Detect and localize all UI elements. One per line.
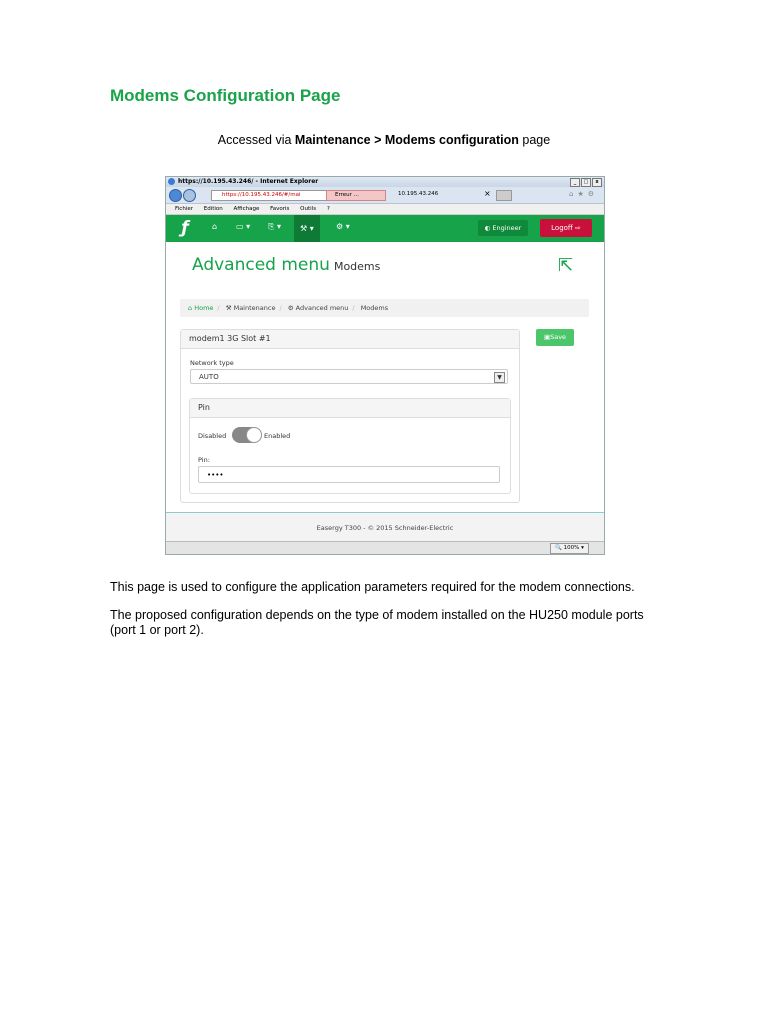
minimize-button[interactable]: _ <box>570 178 580 187</box>
ie-icon <box>168 178 175 185</box>
menu-outils[interactable]: Outils <box>300 206 316 212</box>
description-paragraph-1: This page is used to configure the appli… <box>110 580 635 594</box>
toggle-enabled-label: Enabled <box>264 432 291 440</box>
schneider-logo[interactable]: ƒ <box>176 219 194 237</box>
maintenance-dropdown-icon[interactable]: ⚒ ▾ <box>294 215 320 242</box>
monitor-dropdown-icon[interactable]: ▭ ▾ <box>236 222 250 231</box>
pin-toggle[interactable] <box>232 427 262 443</box>
app-navbar: ƒ ⌂ ▭ ▾ ⎘ ▾ ⚒ ▾ ⚙ ▾ ◐ Engineer Logoff ⇨ <box>166 215 604 242</box>
access-path: Maintenance > Modems configuration <box>294 133 519 147</box>
tab-close-icon[interactable]: × <box>484 189 491 198</box>
modem-panel: modem1 3G Slot #1 Network type AUTO ▼ Pi… <box>180 329 520 503</box>
network-type-value: AUTO <box>199 373 219 381</box>
toggle-disabled-label: Disabled <box>198 432 227 440</box>
page-title: Advanced menu Modems <box>192 255 380 275</box>
back-icon[interactable] <box>169 189 182 202</box>
access-prefix: Accessed via <box>217 133 295 147</box>
address-bar-row: https://10.195.43.246/#/mai Erreur ... 1… <box>166 187 604 204</box>
window-controls: _ □ x <box>570 178 602 187</box>
breadcrumb-modems: Modems <box>360 304 389 312</box>
pin-panel: Pin Disabled Enabled Pin: •••• <box>189 398 511 494</box>
breadcrumb-home[interactable]: ⌂ Home <box>188 304 213 312</box>
exit-icon[interactable]: ⇱ <box>558 255 573 276</box>
home-icon[interactable]: ⌂ <box>212 222 217 231</box>
menu-help[interactable]: ? <box>327 206 330 212</box>
menu-affichage[interactable]: Affichage <box>234 206 260 212</box>
app-footer: Easergy T300 - © 2015 Schneider-Electric <box>166 512 604 543</box>
close-button[interactable]: x <box>592 178 602 187</box>
document-title: Modems Configuration Page <box>110 86 341 105</box>
zoom-control[interactable]: 🔍 100% ▾ <box>550 543 589 554</box>
browser-status-bar: 🔍 100% ▾ <box>166 541 604 554</box>
menu-favoris[interactable]: Favoris <box>270 206 289 212</box>
description-paragraph-2: The proposed configuration depends on th… <box>110 608 644 637</box>
browser-title-bar: https://10.195.43.246/ - Internet Explor… <box>166 177 604 187</box>
pin-input[interactable]: •••• <box>198 466 500 483</box>
browser-menu-bar: Fichier Edition Affichage Favoris Outils… <box>166 204 604 215</box>
toggle-knob <box>246 427 262 443</box>
chevron-down-icon[interactable]: ▼ <box>494 372 505 383</box>
new-tab-button[interactable] <box>496 190 512 201</box>
page-subtitle: Modems <box>333 260 381 273</box>
page-title-main: Advanced menu <box>192 255 330 275</box>
breadcrumb-advanced-menu[interactable]: ⚙ Advanced menu <box>288 304 349 312</box>
engineer-label: Engineer <box>492 224 522 232</box>
pin-panel-title: Pin <box>190 399 510 418</box>
access-suffix: page <box>518 133 551 147</box>
network-type-select[interactable]: AUTO ▼ <box>190 369 508 384</box>
embedded-screenshot: https://10.195.43.246/ - Internet Explor… <box>165 176 605 555</box>
breadcrumb: ⌂ Home / ⚒ Maintenance / ⚙ Advanced menu / … <box>180 299 589 317</box>
documents-dropdown-icon[interactable]: ⎘ ▾ <box>268 222 281 232</box>
network-type-label: Network type <box>190 359 234 367</box>
tab-error[interactable]: Erreur ... <box>326 190 386 201</box>
browser-title: https://10.195.43.246/ - Internet Explor… <box>178 178 319 185</box>
home-star-gear-icons[interactable]: ⌂★⚙ <box>569 190 598 198</box>
breadcrumb-maintenance[interactable]: ⚒ Maintenance <box>226 304 276 312</box>
save-label: Save <box>550 333 567 341</box>
engineer-button[interactable]: ◐ Engineer <box>478 220 528 236</box>
logoff-label: Logoff <box>551 224 573 232</box>
modem-panel-title: modem1 3G Slot #1 <box>181 330 519 349</box>
access-path-text: Accessed via Maintenance > Modems config… <box>0 133 768 147</box>
menu-edition[interactable]: Edition <box>204 206 223 212</box>
forward-icon[interactable] <box>183 189 196 202</box>
save-button[interactable]: ▣Save <box>536 329 574 346</box>
settings-dropdown-icon[interactable]: ⚙ ▾ <box>336 222 350 231</box>
menu-fichier[interactable]: Fichier <box>175 206 193 212</box>
logout-icon: ⇨ <box>572 224 581 232</box>
maximize-button[interactable]: □ <box>581 178 591 187</box>
logoff-button[interactable]: Logoff ⇨ <box>540 219 592 237</box>
address-input[interactable]: https://10.195.43.246/#/mai <box>211 190 333 201</box>
pin-label: Pin: <box>198 456 210 464</box>
